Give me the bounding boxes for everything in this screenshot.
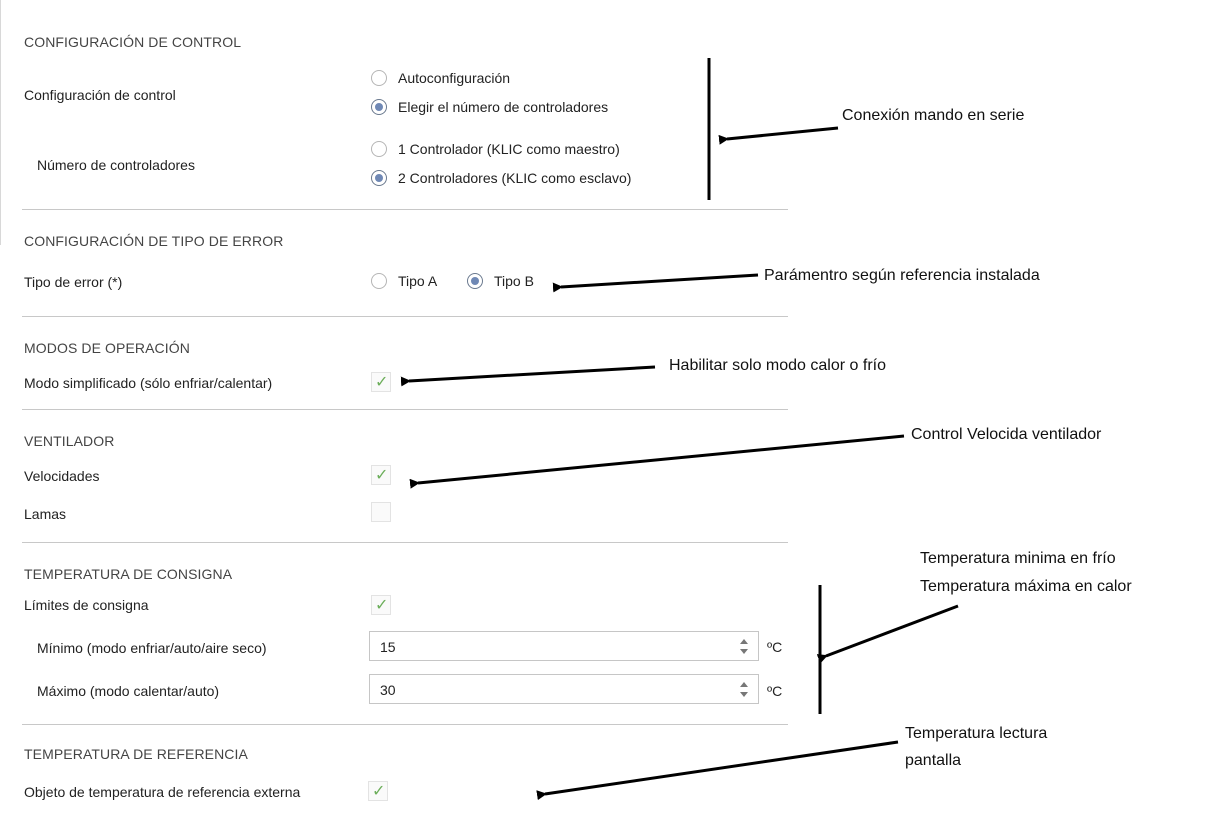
arrow-temp xyxy=(816,604,959,664)
arrow-mode xyxy=(400,365,656,387)
arrow-reading xyxy=(536,740,899,801)
annotation-serial: Conexión mando en serie xyxy=(842,107,1025,124)
annotation-reading-line2: pantalla xyxy=(905,752,962,769)
annotation-parameter: Parámentro según referencia instalada xyxy=(764,267,1040,284)
arrow-serial xyxy=(718,126,839,145)
arrow-parameter xyxy=(552,273,759,293)
annotation-fan-speed: Control Velocida ventilador xyxy=(911,426,1102,443)
annotation-reading-line1: Temperatura lectura xyxy=(905,725,1048,742)
arrow-fan-speed xyxy=(409,434,905,489)
annotation-overlay xyxy=(400,58,959,801)
annotation-temp-max: Temperatura máxima en calor xyxy=(920,578,1132,595)
annotation-mode: Habilitar solo modo calor o frío xyxy=(669,357,886,374)
annotation-temp-min: Temperatura minima en frío xyxy=(920,550,1116,567)
